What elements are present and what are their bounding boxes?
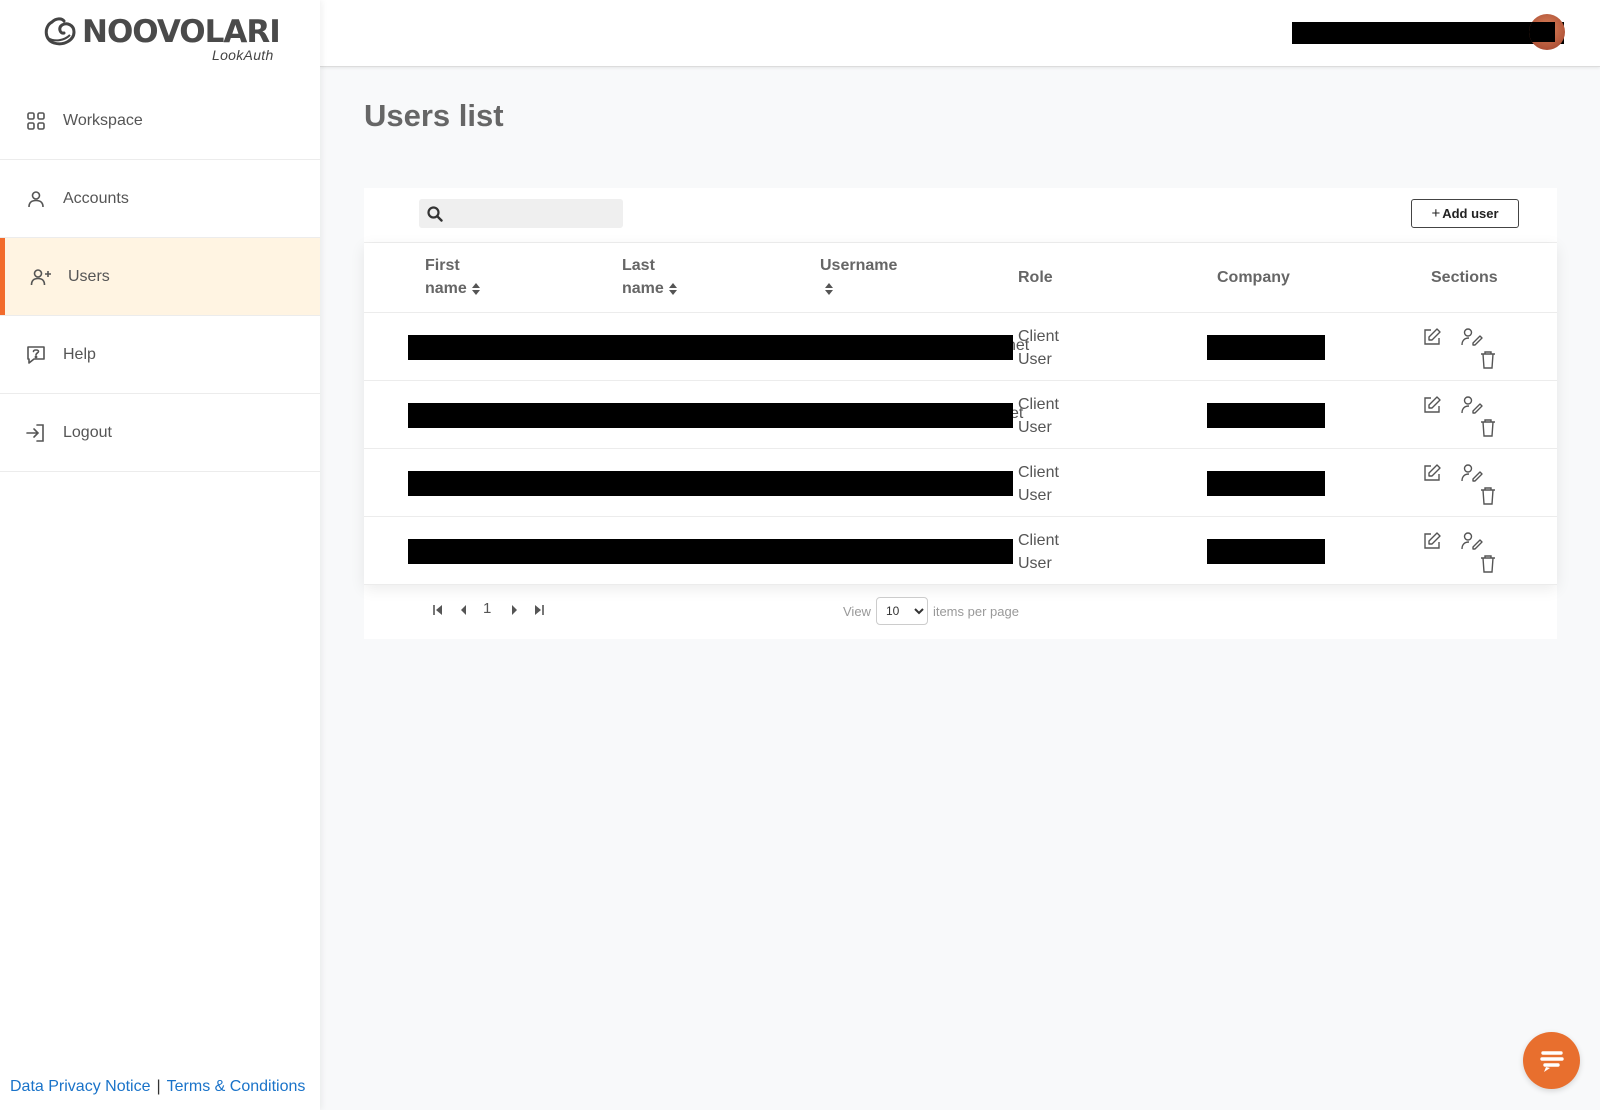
redacted-name-block [408, 539, 1013, 564]
column-company: Company [1217, 269, 1290, 286]
brand-subtitle: LookAuth [212, 47, 274, 63]
brand-mark-icon [44, 17, 76, 46]
trash-icon[interactable] [1479, 486, 1497, 506]
logout-icon [25, 422, 47, 444]
redacted-name-block [408, 335, 1013, 360]
sidebar-item-users[interactable]: Users [0, 238, 320, 316]
per-page-select[interactable]: 10 [875, 597, 928, 625]
prev-page-icon[interactable] [458, 603, 470, 617]
trash-icon[interactable] [1479, 418, 1497, 438]
current-page: 1 [483, 600, 492, 617]
first-page-icon[interactable] [432, 603, 444, 617]
add-user-label: Add user [1442, 206, 1499, 221]
topbar [320, 0, 1600, 67]
redacted-name-block [408, 471, 1013, 496]
sort-icon[interactable] [824, 282, 834, 296]
user-icon [25, 188, 47, 210]
user-edit-icon[interactable] [1461, 531, 1483, 551]
privacy-notice-link[interactable]: Data Privacy Notice [10, 1078, 151, 1095]
sidebar-item-label: Help [63, 345, 96, 363]
sidebar-item-label: Workspace [63, 111, 143, 129]
column-label: First [425, 257, 460, 274]
user-edit-icon[interactable] [1461, 395, 1483, 415]
redacted-company [1207, 471, 1325, 496]
chat-icon [1539, 1050, 1564, 1072]
table-header: First name Last name Username Role Compa… [364, 243, 1557, 313]
pagination: 1 View 10 items per page [364, 585, 1557, 640]
table-row: Client User [364, 449, 1557, 517]
user-plus-icon [30, 266, 52, 288]
edit-icon[interactable] [1422, 395, 1442, 415]
redacted-name-block [408, 403, 1013, 428]
column-role: Role [1018, 269, 1053, 286]
sidebar-item-help[interactable]: Help [0, 316, 320, 394]
last-page-icon[interactable] [533, 603, 545, 617]
column-label: name [622, 280, 664, 297]
sidebar: NOOVOLARI LookAuth Workspace Accounts Us… [0, 0, 320, 1110]
search-input[interactable] [449, 205, 619, 222]
redacted-company [1207, 539, 1325, 564]
users-table: First name Last name Username Role Compa… [364, 243, 1557, 585]
column-label: Username [820, 257, 898, 274]
column-sections: Sections [1431, 269, 1498, 286]
per-page-control: View 10 items per page [843, 597, 1019, 625]
help-bubble-icon [25, 344, 47, 366]
sidebar-item-label: Users [68, 267, 110, 285]
sidebar-item-accounts[interactable]: Accounts [0, 160, 320, 238]
users-table-card: + Add user First name Last name Username … [364, 188, 1557, 639]
plus-icon: + [1431, 205, 1441, 222]
edit-icon[interactable] [1422, 463, 1442, 483]
brand-logo[interactable]: NOOVOLARI LookAuth [0, 0, 320, 82]
edit-icon[interactable] [1422, 531, 1442, 551]
column-label: name [425, 280, 467, 297]
search-box[interactable] [419, 199, 623, 228]
column-username[interactable]: Username [820, 254, 897, 300]
sort-icon[interactable] [471, 282, 481, 296]
user-name-redacted [1292, 22, 1564, 44]
brand-name: NOOVOLARI [82, 14, 281, 50]
role-cell: Client User [1018, 464, 1059, 504]
view-label: View [843, 603, 871, 619]
user-edit-icon[interactable] [1461, 327, 1483, 347]
column-last-name[interactable]: Last name [622, 254, 678, 300]
add-user-button[interactable]: + Add user [1411, 199, 1519, 228]
items-per-page-label: items per page [932, 603, 1019, 619]
table-row: net Client User [364, 313, 1557, 381]
footer-separator: | [156, 1078, 161, 1095]
sort-icon[interactable] [668, 282, 678, 296]
edit-icon[interactable] [1422, 327, 1442, 347]
terms-link[interactable]: Terms & Conditions [167, 1078, 306, 1095]
footer-links: Data Privacy Notice | Terms & Conditions [10, 1078, 305, 1096]
trash-icon[interactable] [1479, 554, 1497, 574]
role-cell: Client User [1018, 532, 1059, 572]
sidebar-item-label: Logout [63, 423, 112, 441]
grid-icon [25, 110, 47, 132]
user-edit-icon[interactable] [1461, 463, 1483, 483]
table-row: et Client User [364, 381, 1557, 449]
sidebar-item-workspace[interactable]: Workspace [0, 82, 320, 160]
next-page-icon[interactable] [508, 603, 520, 617]
redacted-company [1207, 403, 1325, 428]
avatar[interactable] [1529, 14, 1565, 50]
chat-button[interactable] [1523, 1032, 1580, 1089]
redacted-company [1207, 335, 1325, 360]
column-label: Last [622, 257, 655, 274]
sidebar-item-logout[interactable]: Logout [0, 394, 320, 472]
sidebar-item-label: Accounts [63, 189, 129, 207]
role-cell: Client User [1018, 396, 1059, 436]
column-first-name[interactable]: First name [425, 254, 481, 300]
table-toolbar: + Add user [364, 188, 1557, 243]
trash-icon[interactable] [1479, 350, 1497, 370]
table-row: Client User [364, 517, 1557, 585]
role-cell: Client User [1018, 328, 1059, 368]
search-icon [427, 205, 443, 222]
page-title: Users list [364, 98, 504, 133]
